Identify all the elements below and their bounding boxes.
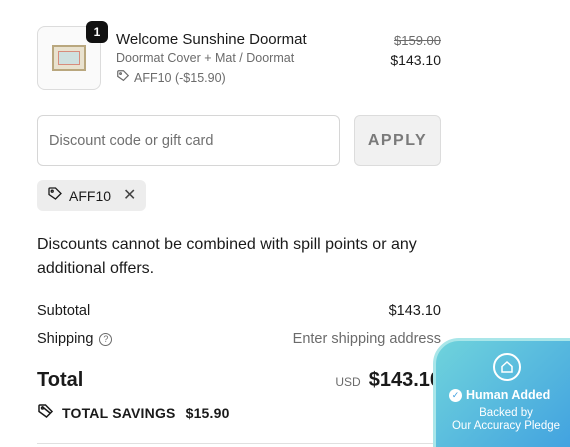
badge-line-1: Backed by <box>479 407 533 419</box>
close-icon[interactable]: ✕ <box>123 187 136 204</box>
badge-line-2: Our Accuracy Pledge <box>451 420 561 432</box>
shipping-label: Shipping <box>37 331 94 347</box>
check-circle-icon: ✓ <box>449 388 462 402</box>
currency-code: USD <box>335 375 361 389</box>
original-price: $159.00 <box>394 33 441 48</box>
tag-icon <box>37 402 55 423</box>
question-circle-icon[interactable]: ? <box>99 332 113 346</box>
savings-amount: $15.90 <box>185 404 230 421</box>
line-item-discount-text: AFF10 (-$15.90) <box>134 70 226 85</box>
discount-code-input[interactable] <box>37 115 340 166</box>
savings-label: TOTAL SAVINGS <box>62 404 176 421</box>
tag-icon <box>116 69 130 86</box>
order-summary: 1 Welcome Sunshine Doormat Doormat Cover… <box>0 0 570 447</box>
badge-title: ✓ Human Added <box>449 388 550 402</box>
shipping-row: Shipping? <box>37 331 113 347</box>
product-variant: Doormat Cover + Mat / Doormat <box>116 51 295 65</box>
doormat-image <box>52 45 86 71</box>
home-shield-icon <box>493 353 521 381</box>
subtotal-value: $143.10 <box>388 303 441 319</box>
applied-discount-chip: AFF10 ✕ <box>37 180 147 211</box>
total-label: Total <box>37 369 84 391</box>
shipping-value: Enter shipping address <box>292 331 441 347</box>
applied-discount-code: AFF10 <box>69 187 112 204</box>
product-title: Welcome Sunshine Doormat <box>116 31 307 48</box>
total-amount: $143.10 <box>368 369 441 391</box>
total-savings: TOTAL SAVINGS $15.90 <box>37 402 230 423</box>
discounted-price: $143.10 <box>390 52 441 68</box>
apply-button[interactable]: APPLY <box>354 115 441 166</box>
divider <box>37 443 441 444</box>
line-item-discount: AFF10 (-$15.90) <box>116 69 226 86</box>
quantity-badge: 1 <box>86 21 108 43</box>
subtotal-label: Subtotal <box>37 303 91 319</box>
badge-title-text: Human Added <box>466 388 551 402</box>
total-value: USD $143.10 <box>335 369 441 392</box>
accuracy-pledge-badge[interactable]: ✓ Human Added Backed by Our Accuracy Ple… <box>433 338 570 447</box>
cart-line-item: 1 Welcome Sunshine Doormat Doormat Cover… <box>37 21 441 90</box>
discount-notice: Discounts cannot be combined with spill … <box>37 236 417 277</box>
tag-icon <box>47 186 63 205</box>
